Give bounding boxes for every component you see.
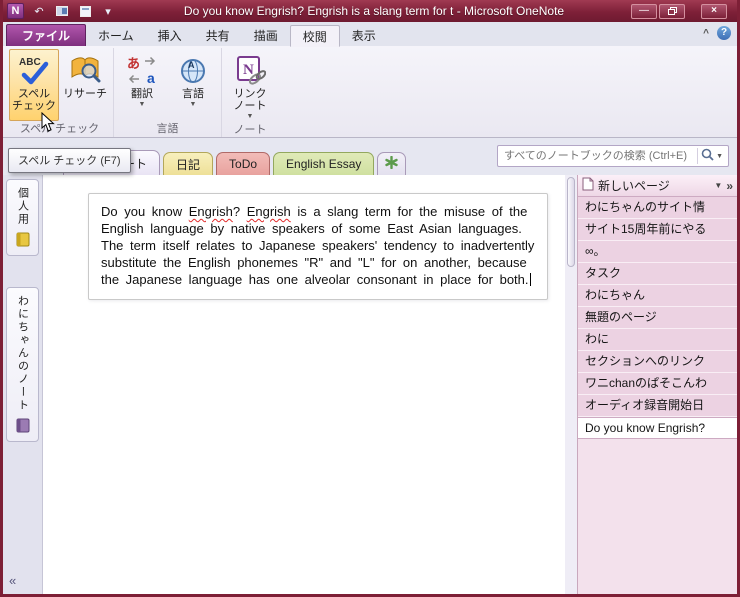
dock-to-desktop-icon[interactable] [53, 3, 71, 19]
group-label-notes: ノート [233, 124, 267, 136]
page-canvas[interactable]: Do you know Engrish? Engrish is a slang … [43, 175, 565, 594]
close-button[interactable]: × [701, 3, 727, 19]
new-page-label[interactable]: 新しいページ [598, 177, 710, 194]
full-page-view-icon[interactable] [76, 3, 94, 19]
svg-text:a: a [147, 70, 155, 86]
notebook-icon-purple [15, 417, 31, 436]
language-dropdown-icon: ▼ [189, 101, 197, 108]
tab-file[interactable]: ファイル [6, 24, 87, 46]
page-tab[interactable]: オーディオ録音開始日 [578, 395, 737, 417]
tab-view[interactable]: 表示 [340, 24, 388, 46]
help-icon[interactable]: ? [717, 26, 731, 40]
new-section-button[interactable] [377, 152, 407, 175]
tab-insert[interactable]: 挿入 [146, 24, 194, 46]
ribbon-tab-row: ファイル ホーム 挿入 共有 描画 校閲 表示 ^ ? [3, 22, 737, 47]
misspelled-word: Engrish [246, 204, 291, 219]
text-caret [529, 273, 531, 286]
note-container[interactable]: Do you know Engrish? Engrish is a slang … [88, 193, 548, 300]
svg-text:A: A [188, 60, 195, 70]
ribbon-corner: ^ ? [703, 26, 731, 40]
tab-draw[interactable]: 描画 [242, 24, 290, 46]
page-tabs-panel: 新しいページ ▼ » わにちゃんのサイト情 サイト15周年前にやる ∞。 タスク… [577, 175, 737, 594]
page-tab[interactable]: わにちゃんのサイト情 [578, 197, 737, 219]
note-text: Do you know Engrish? Engrish is a slang … [101, 204, 535, 287]
page-tab[interactable]: ∞。 [578, 241, 737, 263]
spell-check-button[interactable]: ABC スペル チェック [9, 49, 59, 121]
svg-text:あ: あ [127, 57, 140, 72]
main-area: 個人用 わにちゃんのノート « Do you know Engrish? Eng… [3, 175, 737, 594]
page-tab-selected[interactable]: Do you know Engrish? [578, 417, 737, 439]
svg-text:N: N [243, 62, 254, 78]
minimize-ribbon-icon[interactable]: ^ [703, 28, 709, 39]
research-button[interactable]: リサーチ [60, 49, 110, 121]
research-icon [69, 54, 101, 86]
page-tab[interactable]: ワニchanのぱそこんわ [578, 373, 737, 395]
restore-button[interactable] [659, 3, 685, 19]
tab-home[interactable]: ホーム [86, 24, 146, 46]
spell-check-tooltip: スペル チェック (F7) [8, 148, 131, 173]
new-section-icon [385, 155, 399, 172]
group-label-language: 言語 [156, 123, 179, 135]
quick-access-toolbar: ↶ ▾ [30, 3, 117, 19]
translate-button[interactable]: あa 翻訳 ▼ [117, 49, 167, 121]
search-scope-dropdown-icon[interactable]: ▼ [714, 153, 725, 160]
expand-page-panel-icon[interactable]: » [726, 179, 733, 193]
group-label-spelling: スペル チェック [19, 123, 100, 135]
section-tab-english-essay[interactable]: English Essay [273, 152, 375, 175]
linked-notes-button[interactable]: N リンク ノート ▼ [225, 49, 275, 122]
svg-text:ABC: ABC [19, 57, 41, 68]
tab-review[interactable]: 校閲 [289, 25, 340, 47]
new-page-dropdown-icon[interactable]: ▼ [714, 181, 722, 190]
ribbon-review: ABC スペル チェック リサーチ スペル チェック あa 翻訳 ▼ A 言語 … [3, 46, 737, 138]
page-tab[interactable]: タスク [578, 263, 737, 285]
onenote-window: N ↶ ▾ Do you know Engrish? Engrish is a … [0, 0, 740, 597]
page-tab[interactable]: サイト15周年前にやる [578, 219, 737, 241]
misspelled-word: Engrish [188, 204, 233, 219]
language-button[interactable]: A 言語 ▼ [168, 49, 218, 121]
search-box[interactable]: ▼ [497, 145, 729, 167]
group-language: あa 翻訳 ▼ A 言語 ▼ 言語 [113, 48, 221, 137]
page-tab[interactable]: セクションへのリンク [578, 351, 737, 373]
search-divider [697, 148, 699, 164]
notebook-tab-personal[interactable]: 個人用 [6, 179, 39, 256]
titlebar: N ↶ ▾ Do you know Engrish? Engrish is a … [3, 0, 737, 22]
undo-icon[interactable]: ↶ [30, 3, 48, 19]
collapse-sidebar-icon[interactable]: « [9, 573, 16, 588]
minimize-button[interactable]: — [631, 3, 657, 19]
notebook-icon-yellow [15, 231, 31, 250]
page-tab[interactable]: わに [578, 329, 737, 351]
section-tab-diary[interactable]: 日記 [163, 152, 214, 175]
new-page-header[interactable]: 新しいページ ▼ » [578, 175, 737, 197]
tab-share[interactable]: 共有 [194, 24, 242, 46]
notebook-sidebar: 個人用 わにちゃんのノート « [3, 175, 43, 594]
search-input[interactable] [504, 150, 695, 162]
group-spelling: ABC スペル チェック リサーチ スペル チェック [6, 48, 113, 137]
vertical-scrollbar[interactable] [565, 175, 577, 594]
onenote-app-icon[interactable]: N [7, 3, 24, 19]
window-controls: — × [631, 3, 727, 19]
linked-notes-icon: N [234, 54, 267, 86]
spell-check-icon: ABC [18, 54, 50, 86]
page-tab[interactable]: 無題のページ [578, 307, 737, 329]
customize-qat-dropdown-icon[interactable]: ▾ [99, 3, 117, 19]
search-icon[interactable] [701, 148, 714, 164]
language-globe-icon: A [177, 54, 209, 86]
translate-icon: あa [126, 54, 158, 86]
new-page-icon [582, 177, 594, 194]
translate-dropdown-icon: ▼ [138, 101, 146, 108]
section-tab-todo[interactable]: ToDo [216, 152, 271, 175]
linked-notes-dropdown-icon: ▼ [246, 113, 254, 120]
page-tab[interactable]: わにちゃん [578, 285, 737, 307]
mouse-cursor-icon [41, 111, 55, 136]
scrollbar-thumb[interactable] [567, 177, 575, 267]
group-notes: N リンク ノート ▼ ノート [221, 48, 278, 137]
window-title: Do you know Engrish? Engrish is a slang … [183, 4, 565, 18]
notebook-tab-wani[interactable]: わにちゃんのノート [6, 287, 39, 442]
